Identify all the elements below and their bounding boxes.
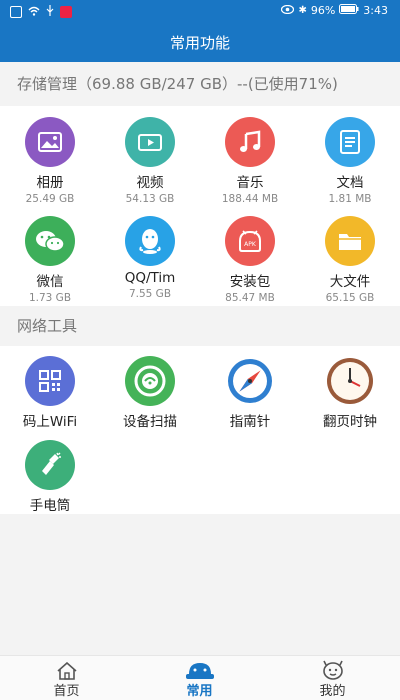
tab-profile[interactable]: 我的	[266, 656, 399, 699]
wechat-icon	[25, 216, 75, 266]
status-icons-right: ✱ 96% 3:43	[281, 4, 388, 17]
tool-flashlight[interactable]: 手电筒	[0, 440, 100, 514]
qq-icon	[125, 216, 175, 266]
tab-label: 首页	[53, 684, 80, 699]
tool-device-scan[interactable]: 设备扫描	[100, 356, 200, 430]
storage-item-size: 65.15 GB	[325, 292, 375, 304]
tool-label: 设备扫描	[123, 414, 177, 430]
clock-icon	[325, 356, 375, 406]
battery-icon	[339, 4, 359, 17]
storage-item-large-files[interactable]: 大文件 65.15 GB	[300, 216, 400, 304]
network-panel: 码上WiFi 设备扫描 指南针 翻页时钟 手电筒	[0, 346, 400, 514]
tab-common[interactable]: 常用	[133, 656, 266, 699]
usb-icon	[46, 5, 54, 19]
page-title: 常用功能	[0, 24, 400, 62]
storage-item-label: 微信	[36, 274, 64, 290]
storage-item-wechat[interactable]: 微信 1.73 GB	[0, 216, 100, 304]
storage-item-size: 1.81 MB	[328, 193, 372, 205]
tool-label: 码上WiFi	[22, 414, 78, 430]
bottom-tab-bar: 首页 常用 我的	[0, 655, 400, 700]
bluetooth-icon: ✱	[298, 5, 307, 16]
storage-section-title: 存储管理（69.88 GB/247 GB）--(已使用71%)	[0, 62, 400, 106]
svg-text:APK: APK	[244, 241, 257, 248]
storage-item-size: 25.49 GB	[25, 193, 75, 205]
apk-icon: APK	[225, 216, 275, 266]
storage-item-size: 54.13 GB	[125, 193, 175, 205]
tool-wifi-qr[interactable]: 码上WiFi	[0, 356, 100, 430]
tool-flip-clock[interactable]: 翻页时钟	[300, 356, 400, 430]
profile-icon	[266, 656, 399, 680]
storage-item-apk[interactable]: APK 安装包 85.47 MB	[200, 216, 300, 304]
storage-item-music[interactable]: 音乐 188.44 MB	[200, 117, 300, 205]
clock-time: 3:43	[363, 4, 388, 17]
storage-item-qq[interactable]: QQ/Tim 7.55 GB	[100, 216, 200, 300]
home-icon	[0, 656, 133, 680]
storage-item-size: 85.47 MB	[225, 292, 275, 304]
tab-home[interactable]: 首页	[0, 656, 133, 699]
battery-percent: 96%	[310, 4, 336, 17]
storage-item-photos[interactable]: 相册 25.49 GB	[0, 117, 100, 205]
wifi-icon	[28, 6, 40, 19]
storage-panel: 相册 25.49 GB 视频 54.13 GB 音乐 188.44 MB 文档 …	[0, 106, 400, 306]
storage-item-size: 1.73 GB	[28, 292, 72, 304]
network-section-title: 网络工具	[0, 306, 400, 346]
storage-item-label: QQ/Tim	[124, 270, 176, 286]
tool-label: 指南针	[229, 414, 271, 430]
storage-item-label: 大文件	[329, 274, 371, 290]
status-icons-left	[10, 5, 72, 19]
storage-item-documents[interactable]: 文档 1.81 MB	[300, 117, 400, 205]
qr-code-icon	[25, 356, 75, 406]
music-icon	[225, 117, 275, 167]
storage-item-size: 7.55 GB	[128, 288, 172, 300]
tool-label: 手电筒	[29, 498, 71, 514]
video-icon	[125, 117, 175, 167]
app-notification-icon	[60, 6, 72, 18]
tab-label: 我的	[319, 684, 346, 699]
folder-icon	[325, 216, 375, 266]
notification-icon	[10, 6, 22, 18]
storage-item-label: 音乐	[236, 175, 264, 191]
toolbox-icon	[133, 656, 266, 680]
tool-label: 翻页时钟	[323, 414, 377, 430]
document-icon	[325, 117, 375, 167]
storage-item-label: 相册	[36, 175, 64, 191]
compass-icon	[225, 356, 275, 406]
storage-item-label: 安装包	[229, 274, 271, 290]
storage-item-label: 视频	[136, 175, 164, 191]
device-scan-icon	[125, 356, 175, 406]
tab-label: 常用	[186, 684, 213, 699]
storage-item-label: 文档	[336, 175, 364, 191]
tool-compass[interactable]: 指南针	[200, 356, 300, 430]
storage-item-size: 188.44 MB	[221, 193, 279, 205]
flashlight-icon	[25, 440, 75, 490]
eye-icon	[281, 4, 295, 17]
status-bar: ✱ 96% 3:43	[0, 0, 400, 24]
storage-item-videos[interactable]: 视频 54.13 GB	[100, 117, 200, 205]
photo-icon	[25, 117, 75, 167]
